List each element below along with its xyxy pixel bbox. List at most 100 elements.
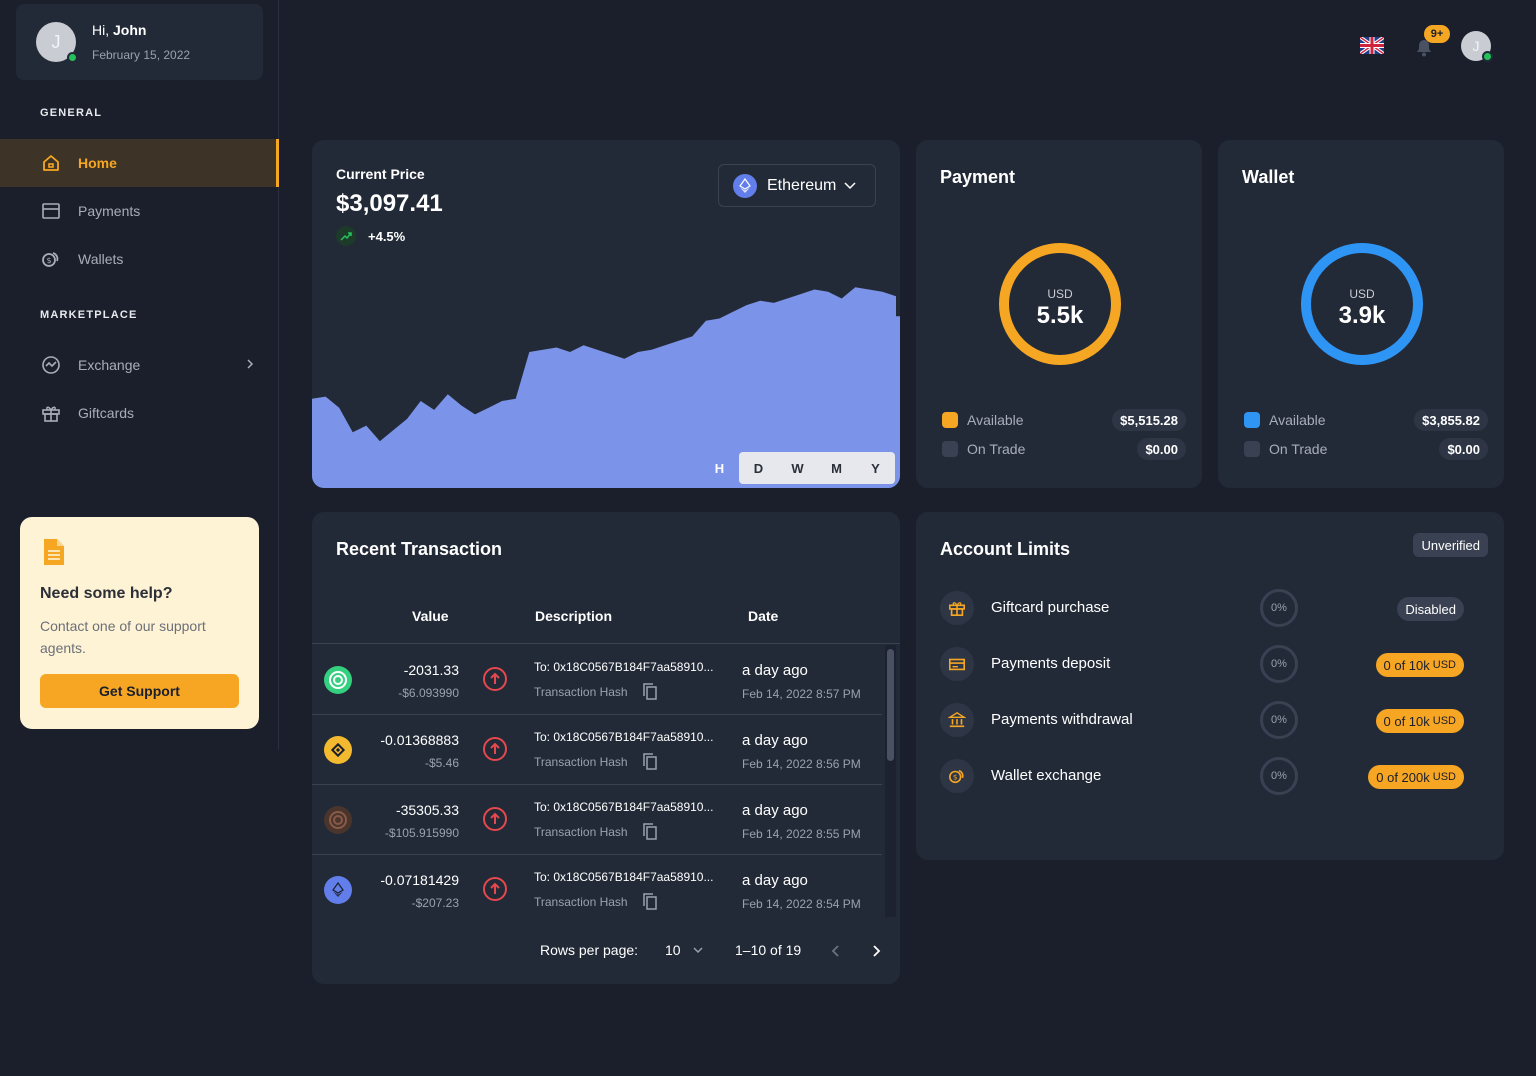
tx-relative-time: a day ago: [742, 662, 808, 679]
wallet-total: 3.9k: [1338, 302, 1386, 329]
tx-relative-time: a day ago: [742, 802, 808, 819]
copy-icon[interactable]: [642, 683, 658, 701]
get-support-button[interactable]: Get Support: [40, 674, 239, 708]
legend-label: On Trade: [967, 441, 1026, 457]
on-trade-amount: $0.00: [1439, 438, 1488, 460]
binance-icon: [324, 736, 352, 764]
limit-progress: 0%: [1260, 645, 1298, 683]
help-title: Need some help?: [40, 585, 173, 602]
online-status-dot: [1482, 51, 1493, 62]
sidebar-item-giftcards[interactable]: Giftcards: [0, 389, 279, 437]
payment-total: 5.5k: [1036, 302, 1084, 329]
column-header-value[interactable]: Value: [412, 608, 449, 624]
greeting: Hi, John: [92, 22, 146, 38]
tx-value: -0.01368883: [380, 732, 459, 748]
available-amount: $3,855.82: [1414, 409, 1488, 431]
online-status-dot: [67, 52, 78, 63]
tx-recipient: To: 0x18C0567B184F7aa58910...: [534, 800, 714, 814]
previous-page-icon[interactable]: [830, 944, 842, 958]
sidebar-item-home[interactable]: Home: [0, 139, 279, 187]
legend-available: Available: [942, 412, 1024, 428]
ethereum-icon: [733, 173, 757, 198]
tx-recipient: To: 0x18C0567B184F7aa58910...: [534, 660, 714, 674]
limit-badge: 0 of 10k USD: [1375, 653, 1464, 677]
payment-title: Payment: [940, 167, 1016, 187]
rows-per-page-value: 10: [665, 942, 681, 958]
column-header-date[interactable]: Date: [748, 608, 778, 624]
tx-date: Feb 14, 2022 8:56 PM: [742, 757, 861, 771]
outgoing-arrow-icon: [483, 737, 507, 761]
wallet-title: Wallet: [1242, 167, 1295, 187]
copy-icon[interactable]: [642, 823, 658, 841]
scrollbar-thumb[interactable]: [887, 649, 894, 761]
range-tab-year[interactable]: Y: [856, 452, 895, 484]
copy-icon[interactable]: [642, 893, 658, 911]
legend-on-trade: On Trade: [942, 441, 1025, 457]
tx-date: Feb 14, 2022 8:55 PM: [742, 827, 861, 841]
limit-badge-unit: USD: [1432, 715, 1456, 727]
limit-name: Giftcard purchase: [991, 599, 1110, 616]
help-card: Need some help? Contact one of our suppo…: [20, 517, 259, 729]
table-row[interactable]: -0.01368883 -$5.46 To: 0x18C0567B184F7aa…: [312, 715, 882, 785]
table-row[interactable]: -35305.33 -$105.915990 To: 0x18C0567B184…: [312, 785, 882, 855]
user-card[interactable]: J Hi, John February 15, 2022: [16, 4, 263, 80]
table-scrollbar[interactable]: [885, 645, 896, 917]
tx-relative-time: a day ago: [742, 732, 808, 749]
user-name: John: [113, 22, 147, 38]
tx-value: -2031.33: [403, 662, 459, 678]
tx-date: Feb 14, 2022 8:54 PM: [742, 897, 861, 911]
exchange-icon: [40, 354, 62, 376]
outgoing-arrow-icon: [483, 807, 507, 831]
transactions-card: Recent Transaction Value Description Dat…: [312, 512, 900, 984]
header-divider: [312, 643, 900, 644]
legend-swatch: [942, 412, 958, 428]
limit-badge-text: 0 of 10k: [1383, 713, 1430, 729]
chevron-down-icon: [693, 946, 703, 953]
uk-flag-icon[interactable]: [1358, 35, 1386, 56]
tx-value: -0.07181429: [380, 872, 459, 888]
legend-available: Available: [1244, 412, 1326, 428]
sidebar-item-exchange[interactable]: Exchange: [0, 341, 279, 389]
tx-value: -35305.33: [395, 802, 459, 818]
range-tab-month[interactable]: M: [817, 452, 856, 484]
range-tabs: H D W M Y: [700, 452, 895, 484]
price-change-value: +4.5%: [368, 228, 406, 244]
avatar-initial: J: [51, 31, 61, 52]
table-row[interactable]: -0.07181429 -$207.23 To: 0x18C0567B184F7…: [312, 855, 882, 925]
copy-icon[interactable]: [642, 753, 658, 771]
current-price-value: $3,097.41: [336, 190, 443, 217]
range-tab-day[interactable]: D: [739, 452, 778, 484]
tx-usd-value: -$5.46: [424, 756, 459, 770]
rows-per-page-label: Rows per page:: [540, 942, 639, 958]
pagination-range: 1–10 of 19: [735, 942, 802, 958]
bank-icon: [940, 703, 974, 737]
limit-badge: 0 of 200k USD: [1368, 765, 1464, 789]
card-icon: [40, 200, 62, 222]
limit-row-exchange: $ Wallet exchange 0% 0 of 200k USD: [940, 757, 1488, 797]
table-row[interactable]: -2031.33 -$6.093990 To: 0x18C0567B184F7a…: [312, 645, 882, 715]
sidebar-item-label: Home: [78, 155, 117, 171]
avatar-initial: J: [1472, 38, 1480, 54]
range-tab-hour[interactable]: H: [700, 452, 739, 484]
legend-swatch: [1244, 441, 1260, 457]
outgoing-arrow-icon: [483, 877, 507, 901]
payment-currency: USD: [1047, 287, 1073, 301]
account-limits-title: Account Limits: [940, 539, 1071, 559]
profile-avatar[interactable]: J: [1461, 31, 1493, 62]
limit-badge-unit: USD: [1432, 659, 1456, 671]
transactions-title: Recent Transaction: [336, 539, 503, 559]
next-page-icon[interactable]: [870, 944, 882, 958]
legend-on-trade: On Trade: [1244, 441, 1327, 457]
sidebar-item-payments[interactable]: Payments: [0, 187, 279, 235]
column-header-description[interactable]: Description: [535, 608, 612, 624]
range-tab-week[interactable]: W: [778, 452, 817, 484]
price-change: +4.5%: [336, 226, 405, 246]
tx-recipient: To: 0x18C0567B184F7aa58910...: [534, 870, 714, 884]
rows-per-page-select[interactable]: 10: [665, 942, 703, 958]
coin-select[interactable]: Ethereum: [718, 164, 876, 207]
sidebar-item-label: Exchange: [78, 357, 141, 373]
outgoing-arrow-icon: [483, 667, 507, 691]
limit-name: Wallet exchange: [991, 767, 1102, 784]
sidebar-item-wallets[interactable]: $ Wallets: [0, 235, 279, 283]
wallet-card: Wallet USD 3.9k Available $3,855.82 On T…: [1218, 140, 1504, 488]
